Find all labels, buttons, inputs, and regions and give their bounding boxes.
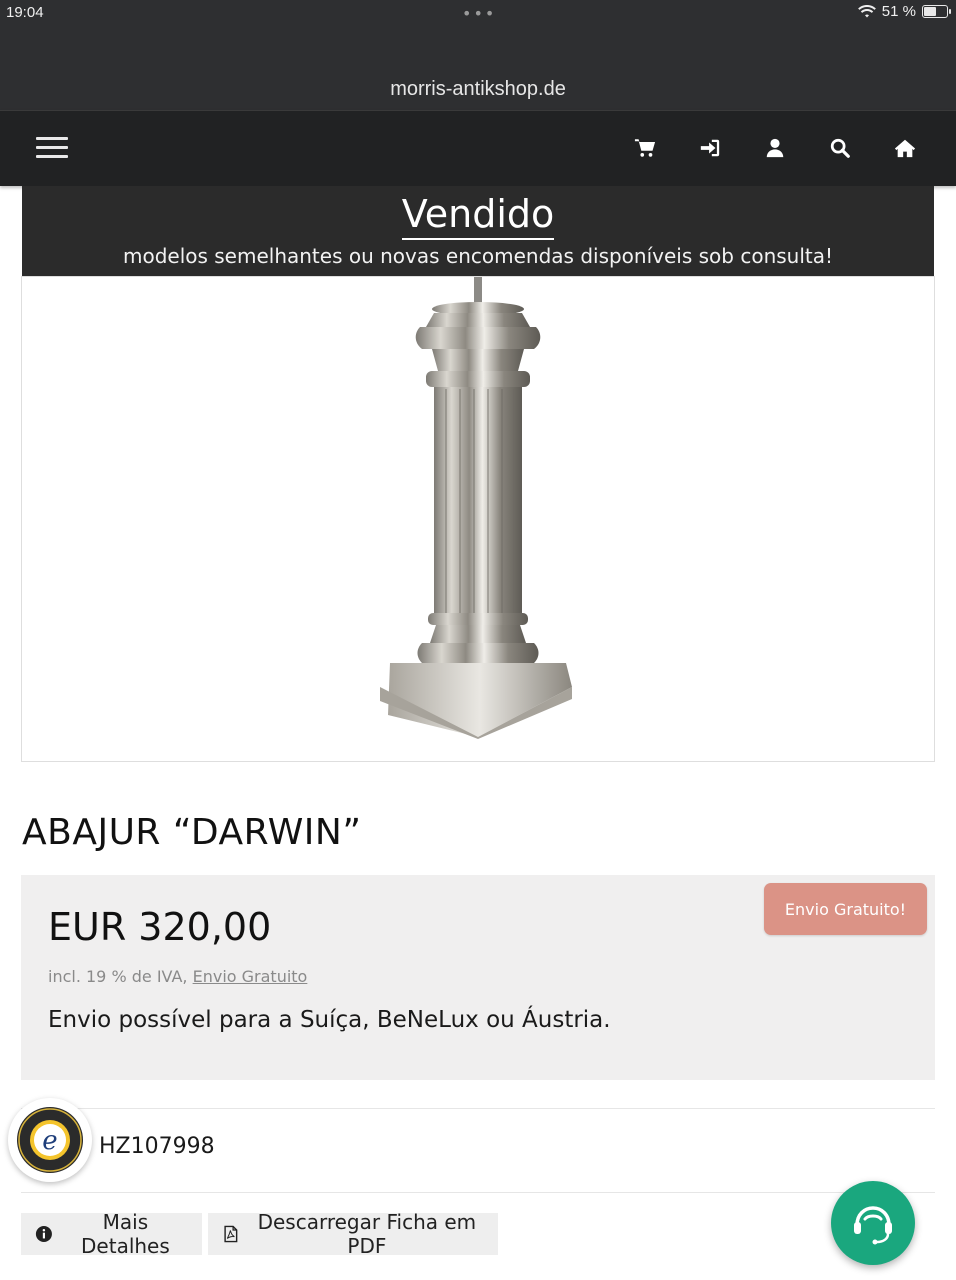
- sold-subtitle: modelos semelhantes ou novas encomendas …: [122, 244, 834, 268]
- info-circle-icon: [35, 1225, 52, 1243]
- chat-support-icon: [854, 1206, 892, 1245]
- home-icon[interactable]: [894, 135, 916, 161]
- sold-title-text: Vendido: [401, 192, 555, 240]
- seal-letter: e: [42, 1126, 57, 1156]
- trusted-shops-seal-graphic: e: [17, 1107, 83, 1173]
- nav-icon-group: [634, 135, 916, 161]
- tax-note: incl. 19 % de IVA, Envio Gratuito: [48, 967, 307, 986]
- multitasking-dots-icon[interactable]: •••: [462, 4, 496, 23]
- more-details-label: Mais Detalhes: [81, 1210, 170, 1258]
- user-icon[interactable]: [764, 135, 786, 161]
- trusted-shops-seal-icon[interactable]: e: [8, 1098, 92, 1182]
- more-details-button[interactable]: Mais Detalhes: [21, 1210, 202, 1258]
- wifi-icon: [857, 4, 876, 17]
- url-bar[interactable]: morris-antikshop.de: [0, 78, 956, 101]
- sold-banner: Vendido modelos semelhantes ou novas enc…: [22, 186, 934, 276]
- battery-percent: 51 %: [881, 3, 916, 20]
- tax-note-text: incl. 19 % de IVA,: [48, 967, 188, 986]
- divider: [21, 1108, 935, 1109]
- search-icon[interactable]: [829, 135, 851, 161]
- free-shipping-link[interactable]: Envio Gratuito: [193, 967, 308, 986]
- product-image-frame[interactable]: [21, 276, 935, 762]
- divider: [21, 1192, 935, 1193]
- price-box: EUR 320,00 incl. 19 % de IVA, Envio Grat…: [21, 875, 935, 1080]
- hamburger-menu-icon[interactable]: [36, 137, 68, 159]
- status-bar: 19:04 ••• 51 % morris-antikshop.de: [0, 0, 956, 110]
- product-title: ABAJUR “DARWIN”: [22, 812, 362, 853]
- status-right: 51 %: [857, 3, 951, 20]
- cart-icon[interactable]: [634, 135, 656, 161]
- status-time: 19:04: [6, 4, 44, 21]
- download-pdf-button[interactable]: Descarregar Ficha em PDF: [208, 1210, 498, 1258]
- pdf-file-icon: [224, 1225, 238, 1243]
- product-price: EUR 320,00: [48, 905, 272, 949]
- free-shipping-badge: Envio Gratuito!: [764, 883, 927, 935]
- download-pdf-label: Descarregar Ficha em PDF: [257, 1210, 477, 1258]
- sold-title: Vendido: [22, 192, 934, 240]
- product-image-lamp-base: [380, 277, 572, 739]
- chat-support-button[interactable]: [831, 1181, 915, 1265]
- shipping-note: Envio possível para a Suíça, BeNeLux ou …: [48, 1007, 611, 1033]
- sign-in-icon[interactable]: [699, 135, 721, 161]
- product-sku: HZ107998: [99, 1134, 215, 1159]
- site-navbar: [0, 110, 956, 186]
- battery-icon: [922, 5, 951, 18]
- battery-level: [924, 7, 937, 16]
